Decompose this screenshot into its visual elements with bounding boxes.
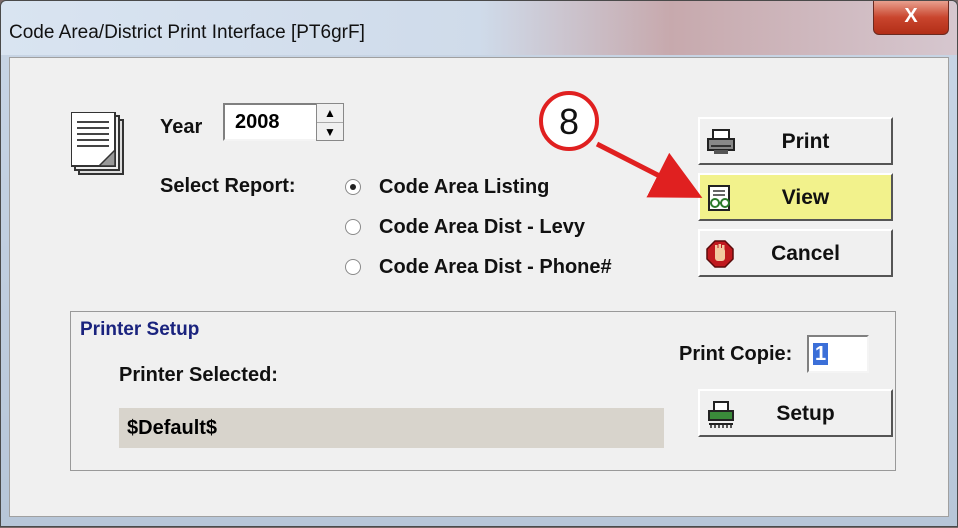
setup-button-label: Setup: [776, 402, 835, 425]
setup-button[interactable]: Setup: [698, 389, 893, 437]
year-spinner[interactable]: ▲ ▼: [316, 103, 344, 141]
spin-up-icon[interactable]: ▲: [317, 104, 343, 123]
view-button-label: View: [781, 186, 830, 209]
print-copies-value: 1: [813, 343, 829, 365]
spin-down-icon[interactable]: ▼: [317, 123, 343, 141]
document-icon: [71, 112, 124, 175]
printer-selected-label: Printer Selected:: [119, 364, 278, 386]
view-button[interactable]: View: [698, 173, 893, 221]
print-copies-label: Print Copie:: [679, 343, 793, 365]
year-input[interactable]: 2008: [223, 103, 323, 141]
cancel-button-label: Cancel: [771, 242, 840, 265]
dialog-window: Code Area/District Print Interface [PT6g…: [0, 0, 958, 527]
cancel-button[interactable]: Cancel: [698, 229, 893, 277]
year-label: Year: [160, 116, 203, 138]
printer-selected-value: $Default$: [119, 408, 664, 448]
print-button[interactable]: Print: [698, 117, 893, 165]
radio-code-area-dist-levy[interactable]: [345, 219, 361, 235]
radio-code-area-dist-phone[interactable]: [345, 259, 361, 275]
title-bar[interactable]: Code Area/District Print Interface [PT6g…: [1, 1, 957, 55]
printer-setup-title: Printer Setup: [80, 319, 200, 340]
option-code-area-dist-phone[interactable]: Code Area Dist - Phone#: [379, 256, 612, 279]
option-code-area-dist-levy[interactable]: Code Area Dist - Levy: [379, 216, 585, 239]
close-button[interactable]: X: [873, 1, 949, 35]
dialog-body: Year 2008 ▲ ▼ Select Report: Code Area L…: [9, 57, 949, 517]
radio-code-area-listing[interactable]: [345, 179, 361, 195]
print-button-label: Print: [781, 130, 830, 153]
print-copies-input[interactable]: 1: [807, 335, 869, 373]
select-report-label: Select Report:: [160, 175, 296, 197]
window-title: Code Area/District Print Interface [PT6g…: [9, 22, 365, 43]
option-code-area-listing[interactable]: Code Area Listing: [379, 176, 549, 199]
